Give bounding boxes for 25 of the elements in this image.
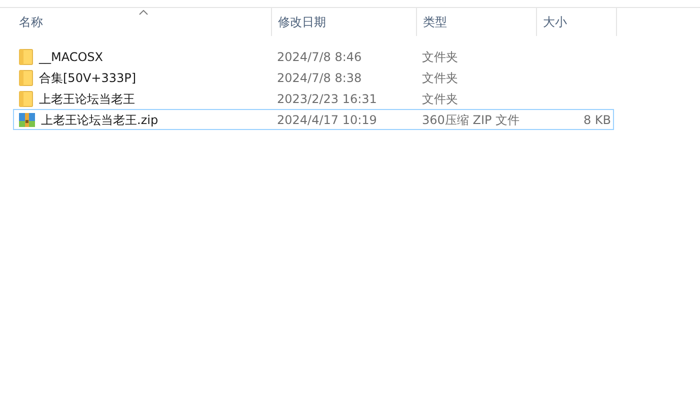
archive-icon [19, 112, 35, 128]
file-size: 8 KB [583, 112, 611, 128]
column-header[interactable]: 大小 [543, 13, 567, 31]
modified-date: 2023/2/23 16:31 [277, 90, 377, 108]
file-type: 文件夹 [422, 70, 458, 86]
modified-date: 2024/4/17 10:19 [277, 112, 377, 128]
modified-date: 2024/7/8 8:38 [277, 70, 362, 86]
file-name: 上老王论坛当老王 [39, 90, 135, 108]
file-name: __MACOSX [39, 48, 104, 66]
file-row[interactable]: 上老王论坛当老王 2023/2/23 16:31 文件夹 [13, 88, 614, 109]
file-type: 文件夹 [422, 48, 458, 66]
file-row[interactable]: 上老王论坛当老王.zip 2024/4/17 10:19 360压缩 ZIP 文件 8 KB [13, 109, 614, 130]
column-header[interactable]: 修改日期 [278, 13, 326, 31]
file-row[interactable]: __MACOSX 2024/7/8 8:46 文件夹 [13, 46, 614, 67]
column-header[interactable]: 名称 [19, 13, 43, 31]
file-name: 上老王论坛当老王.zip [41, 112, 158, 128]
folder-icon [19, 48, 33, 64]
folder-icon [19, 70, 33, 86]
folder-icon [19, 90, 33, 106]
file-type: 文件夹 [422, 90, 458, 108]
file-row[interactable]: 合集[50V+333P] 2024/7/8 8:38 文件夹 [13, 67, 614, 88]
file-name: 合集[50V+333P] [39, 70, 136, 86]
file-type: 360压缩 ZIP 文件 [422, 112, 520, 128]
modified-date: 2024/7/8 8:46 [277, 48, 362, 66]
column-header[interactable]: 类型 [423, 13, 447, 31]
